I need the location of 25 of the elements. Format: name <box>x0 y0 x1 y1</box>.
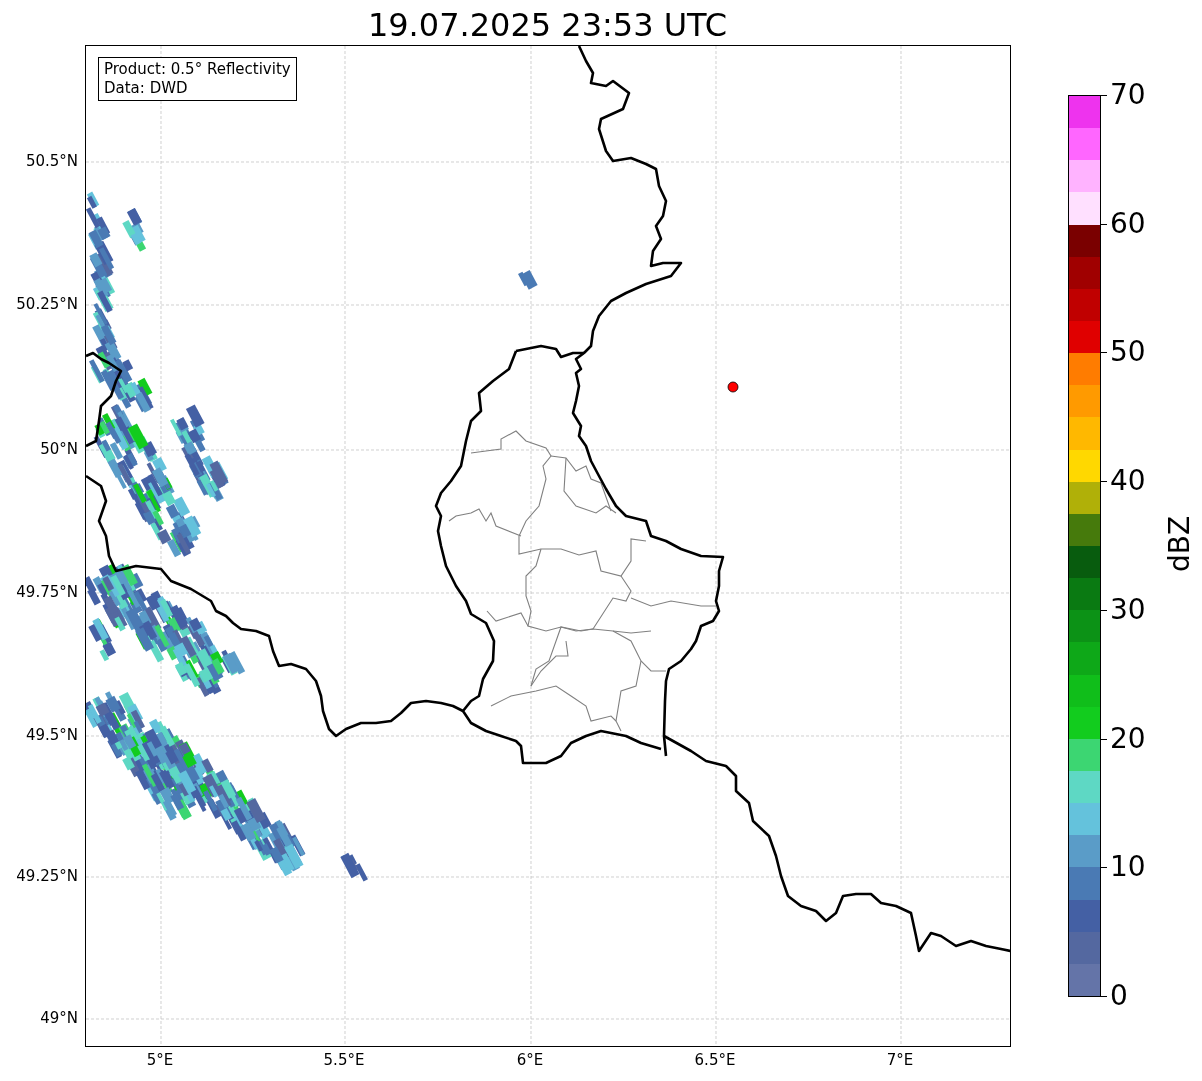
colorbar-tick-label: 0 <box>1110 980 1128 1012</box>
longitude-label: 5.5°E <box>322 1051 366 1069</box>
longitude-label: 6.5°E <box>693 1051 737 1069</box>
longitude-label: 6°E <box>515 1051 545 1069</box>
latitude-label: 49.75°N <box>15 583 78 601</box>
longitude-label: 5°E <box>145 1051 175 1069</box>
colorbar-tick-label: 30 <box>1110 594 1146 626</box>
colorbar-label: dBZ <box>1164 514 1196 575</box>
colorbar-tick-label: 50 <box>1110 336 1146 368</box>
colorbar-tick-label: 60 <box>1110 208 1146 240</box>
latitude-label: 49.25°N <box>15 867 78 885</box>
info-text: Data: DWD <box>104 79 189 98</box>
latitude-label: 50°N <box>39 440 78 458</box>
colorbar-tick-label: 40 <box>1110 465 1146 497</box>
longitude-label: 7°E <box>885 1051 915 1069</box>
latitude-label: 50.5°N <box>24 152 78 170</box>
latitude-label: 49°N <box>39 1009 78 1027</box>
latitude-label: 50.25°N <box>15 295 78 313</box>
latitude-label: 49.5°N <box>24 726 78 744</box>
colorbar-tick-label: 70 <box>1110 79 1146 111</box>
colorbar-tick-label: 10 <box>1110 851 1146 883</box>
location-marker <box>727 381 739 393</box>
colorbar-tick-label: 20 <box>1110 723 1146 755</box>
chart-title: 19.07.2025 23:53 UTC <box>366 5 729 46</box>
info-text: Product: 0.5° Reflectivity <box>104 60 291 79</box>
